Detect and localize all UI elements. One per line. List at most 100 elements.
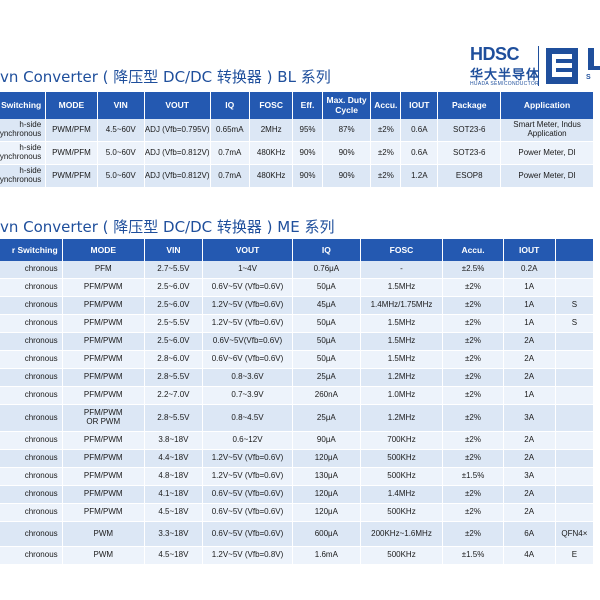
column-header: Eff. — [292, 92, 323, 119]
table-cell: 260nA — [292, 386, 361, 405]
table-cell: PFM/PWM — [62, 431, 145, 450]
cell-line: OR PWM — [86, 417, 121, 426]
table-cell: PFM/PWM — [62, 386, 145, 405]
table-cell: 500KHz — [360, 467, 444, 486]
table-cell: 500KHz — [360, 503, 444, 522]
table-row: chronous PFM/PWM OR PWM 2.8~5.5V 0.8~4.5V 25μ… — [0, 404, 595, 432]
table-cell: 6A — [503, 521, 556, 547]
table-cell: 45μA — [292, 296, 361, 315]
table-cell: Power Meter, DI — [500, 164, 594, 188]
table-cell: 480KHz — [249, 141, 294, 165]
table-cell: 0.7mA — [210, 141, 251, 165]
table-cell: PFM/PWM — [62, 503, 145, 522]
table-cell: Power Meter, DI — [500, 141, 594, 165]
table-cell: E — [555, 546, 595, 565]
table-cell: PFM/PWM — [62, 368, 145, 387]
table-cell: ±1.5% — [442, 546, 504, 565]
table-cell: 4.5~60V — [97, 119, 145, 142]
table-cell: ADJ (Vfb=0.812V) — [144, 141, 211, 165]
logo-brand: HDSC — [470, 44, 520, 64]
table-cell: 25μA — [292, 368, 361, 387]
table-cell: 1.2A — [400, 164, 439, 188]
column-header: VOUT — [202, 239, 294, 261]
table-cell: chronous — [0, 350, 63, 369]
table-cell: 5.0~60V — [97, 164, 145, 188]
table-cell: 1.4MHz/1.75MHz — [360, 296, 444, 315]
table-cell — [555, 449, 595, 468]
table-cell — [555, 503, 595, 522]
column-header: Accu. — [442, 239, 504, 261]
table-cell: 120μA — [292, 485, 361, 504]
table-cell: h-side ynchronous — [0, 141, 47, 165]
table-cell: 0.7mA — [210, 164, 251, 188]
table-cell: chronous — [0, 332, 63, 351]
table-cell: chronous — [0, 278, 63, 297]
table-cell: 87% — [322, 119, 372, 142]
table-cell: ±2% — [442, 404, 504, 432]
table-cell: ±2.5% — [442, 261, 504, 279]
table-cell: ±2% — [442, 485, 504, 504]
table-cell: 4A — [503, 546, 556, 565]
table-cell: 0.8~4.5V — [202, 404, 294, 432]
table-cell: 4.5~18V — [144, 546, 203, 565]
table-row: chronous PWM 4.5~18V 1.2V~5V (Vfb=0.8V) 1.6m… — [0, 546, 595, 565]
table-cell: 200KHz~1.6MHz — [360, 521, 444, 547]
table-cell: 1.2V~5V (Vfb=0.6V) — [202, 314, 294, 333]
table-cell: PFM/PWM — [62, 296, 145, 315]
table-cell: 2.8~5.5V — [144, 368, 203, 387]
table-cell — [555, 467, 595, 486]
table-cell: 0.6V~5V (Vfb=0.6V) — [202, 521, 294, 547]
table-cell: 0.2A — [503, 261, 556, 279]
table-cell — [555, 431, 595, 450]
table-row: chronous PWM 3.3~18V 0.6V~5V (Vfb=0.6V) 600μ… — [0, 521, 595, 547]
table-cell: 2A — [503, 368, 556, 387]
table-cell: Smart Meter, Indus Application — [500, 119, 594, 142]
table-cell: PFM/PWM — [62, 278, 145, 297]
table-cell: SOT23-6 — [437, 119, 502, 142]
table-cell: 2A — [503, 449, 556, 468]
table-cell: S — [555, 296, 595, 315]
table-cell: QFN4× — [555, 521, 595, 547]
table-cell: chronous — [0, 449, 63, 468]
table-row: chronous PFM/PWM 2.5~6.0V 0.6V~5V(Vfb=0.6V)… — [0, 332, 595, 351]
column-header: Switching — [0, 92, 47, 119]
table-cell: 5.0~60V — [97, 141, 145, 165]
table-cell: 1.2V~5V (Vfb=0.6V) — [202, 467, 294, 486]
column-header: FOSC — [360, 239, 444, 261]
column-header: VIN — [144, 239, 203, 261]
column-header: MODE — [45, 92, 98, 119]
table-cell: 2A — [503, 350, 556, 369]
table-cell: 0.7~3.9V — [202, 386, 294, 405]
table-cell: 0.65mA — [210, 119, 251, 142]
table-cell: 600μA — [292, 521, 361, 547]
table-cell: ±2% — [442, 503, 504, 522]
table-cell: 0.6V~5V(Vfb=0.6V) — [202, 332, 294, 351]
table-cell: PWM — [62, 521, 145, 547]
table-cell: PFM — [62, 261, 145, 279]
logo-divider — [538, 46, 539, 86]
table-cell: 1.2V~5V (Vfb=0.6V) — [202, 449, 294, 468]
table-cell: ±2% — [442, 296, 504, 315]
table-cell: 1.2MHz — [360, 404, 444, 432]
table-cell: PFM/PWM — [62, 449, 145, 468]
table-cell: 50μA — [292, 350, 361, 369]
table-cell: 2.8~6.0V — [144, 350, 203, 369]
table-cell: 3.3~18V — [144, 521, 203, 547]
table-cell: PWM/PFM — [45, 119, 98, 142]
table-cell: ±2% — [442, 278, 504, 297]
table-cell: 1~4V — [202, 261, 294, 279]
logo-mark-text: S — [586, 74, 591, 81]
cell-line: Application — [527, 129, 567, 138]
table-cell: 0.76μA — [292, 261, 361, 279]
table-row: chronous PFM/PWM 4.4~18V 1.2V~5V (Vfb=0.6V)… — [0, 449, 595, 468]
table-cell: 0.6V~5V (Vfb=0.6V) — [202, 485, 294, 504]
table-cell: 2A — [503, 503, 556, 522]
table-cell: chronous — [0, 368, 63, 387]
table-cell: SOT23-6 — [437, 141, 502, 165]
table-cell: ADJ (Vfb=0.812V) — [144, 164, 211, 188]
table-cell: 1.4MHz — [360, 485, 444, 504]
table-cell: 1.6mA — [292, 546, 361, 565]
table-cell — [555, 404, 595, 432]
table-cell: 2.2~7.0V — [144, 386, 203, 405]
table-row: chronous PFM/PWM 4.5~18V 0.6V~5V (Vfb=0.6V)… — [0, 503, 595, 522]
